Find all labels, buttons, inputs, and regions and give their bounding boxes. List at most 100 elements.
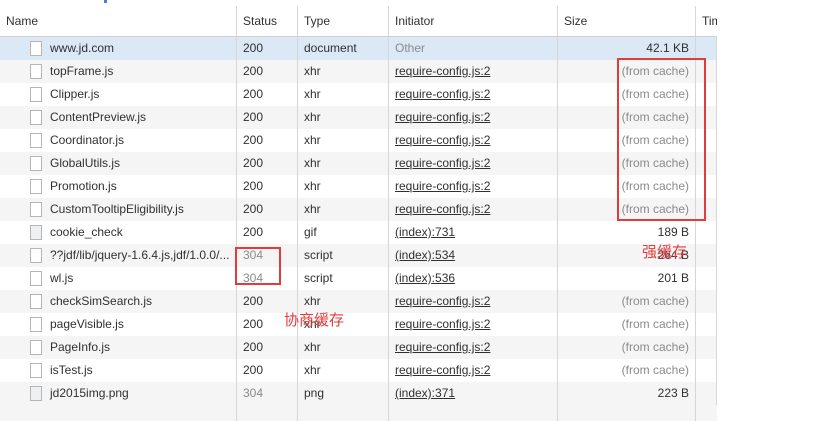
request-initiator[interactable]: (index):536: [389, 267, 558, 290]
request-type: xhr: [298, 175, 389, 198]
col-initiator[interactable]: Initiator: [389, 6, 558, 36]
request-status: 200: [237, 83, 298, 106]
request-status: 200: [237, 336, 298, 359]
table-row[interactable]: CustomTooltipEligibility.js 200 xhr require…: [0, 198, 717, 221]
table-row[interactable]: GlobalUtils.js 200 xhr require-config.js:2(…: [0, 152, 717, 175]
request-size: (from cache): [558, 359, 696, 382]
request-initiator[interactable]: require-config.js:2: [389, 60, 558, 83]
col-time[interactable]: Tim: [696, 6, 717, 36]
request-name: wl.js: [0, 267, 237, 290]
table-row[interactable]: pageVisible.js 200 xhr require-config.js:2(…: [0, 313, 717, 336]
request-type: document: [298, 37, 389, 60]
request-initiator[interactable]: (index):371: [389, 382, 558, 405]
request-time: [696, 244, 717, 267]
request-name: jd2015img.png: [0, 382, 237, 405]
request-size: (from cache): [558, 313, 696, 336]
table-row[interactable]: checkSimSearch.js 200 xhr require-config.js…: [0, 290, 717, 313]
strong-cache-highlight: [617, 58, 706, 221]
table-row[interactable]: isTest.js 200 xhr require-config.js:2 (from …: [0, 359, 717, 382]
request-initiator[interactable]: require-config.js:2: [389, 83, 558, 106]
request-type: xhr: [298, 336, 389, 359]
request-initiator[interactable]: require-config.js:2: [389, 290, 558, 313]
request-name: PageInfo.js: [0, 336, 237, 359]
request-name: www.jd.com: [0, 37, 237, 60]
request-initiator[interactable]: require-config.js:2: [389, 313, 558, 336]
request-name: Clipper.js: [0, 83, 237, 106]
request-name: CustomTooltipEligibility.js: [0, 198, 237, 221]
col-status[interactable]: Status: [237, 6, 298, 36]
negotiated-cache-highlight: [235, 247, 281, 285]
request-initiator[interactable]: require-config.js:2: [389, 152, 558, 175]
table-row-partial: [0, 405, 717, 421]
table-row[interactable]: wl.js 304 script (index):536 201 B: [0, 267, 717, 290]
request-status: 200: [237, 198, 298, 221]
request-status: 200: [237, 221, 298, 244]
request-status: 200: [237, 129, 298, 152]
request-time: [696, 313, 717, 336]
request-status: 200: [237, 106, 298, 129]
request-time: [696, 290, 717, 313]
request-time: [696, 37, 717, 60]
request-type: script: [298, 244, 389, 267]
request-status: 200: [237, 175, 298, 198]
request-type: xhr: [298, 359, 389, 382]
request-type: xhr: [298, 106, 389, 129]
request-name: pageVisible.js: [0, 313, 237, 336]
request-initiator[interactable]: require-config.js:2: [389, 175, 558, 198]
request-time: [696, 267, 717, 290]
request-status: 304: [237, 382, 298, 405]
request-name: Coordinator.js: [0, 129, 237, 152]
request-initiator[interactable]: require-config.js:2: [389, 336, 558, 359]
request-status: 200: [237, 152, 298, 175]
request-name: checkSimSearch.js: [0, 290, 237, 313]
request-type: xhr: [298, 198, 389, 221]
request-type: xhr: [298, 60, 389, 83]
request-initiator[interactable]: require-config.js:2: [389, 106, 558, 129]
request-name: ??jdf/lib/jquery-1.6.4.js,jdf/1.0.0/...: [0, 244, 237, 267]
request-name: ContentPreview.js: [0, 106, 237, 129]
request-initiator[interactable]: require-config.js:2: [389, 198, 558, 221]
request-time: [696, 336, 717, 359]
network-panel: Name Status Type Initiator Size Tim www.…: [0, 0, 717, 421]
request-size: 42.1 KB: [558, 37, 696, 60]
negotiated-cache-label: 协商缓存: [284, 312, 345, 329]
table-row[interactable]: www.jd.com 200 document Other 42.1 KB: [0, 37, 717, 60]
request-type: png: [298, 382, 389, 405]
request-type: xhr: [298, 129, 389, 152]
request-size: 201 B: [558, 267, 696, 290]
header-indicator: [104, 0, 107, 3]
table-row[interactable]: Promotion.js 200 xhr require-config.js:2 (fr…: [0, 175, 717, 198]
request-name: cookie_check: [0, 221, 237, 244]
request-type: xhr: [298, 152, 389, 175]
request-initiator[interactable]: require-config.js:2: [389, 129, 558, 152]
request-initiator[interactable]: require-config.js:2: [389, 359, 558, 382]
request-status: 200: [237, 60, 298, 83]
table-row[interactable]: PageInfo.js 200 xhr require-config.js:2 (fro…: [0, 336, 717, 359]
request-name: topFrame.js: [0, 60, 237, 83]
request-time: [696, 359, 717, 382]
col-size[interactable]: Size: [558, 6, 696, 36]
request-initiator[interactable]: (index):731: [389, 221, 558, 244]
request-status: 200: [237, 359, 298, 382]
strong-cache-label: 强缓存: [642, 244, 688, 261]
table-row[interactable]: jd2015img.png 304 png (index):371 223 B: [0, 382, 717, 405]
table-row[interactable]: topFrame.js 200 xhr require-config.js:2 (fro…: [0, 60, 717, 83]
col-name[interactable]: Name: [0, 6, 237, 36]
table-row[interactable]: ContentPreview.js 200 xhr require-config.js…: [0, 106, 717, 129]
column-header: Name Status Type Initiator Size Tim: [0, 6, 717, 37]
request-size: (from cache): [558, 290, 696, 313]
table-row[interactable]: Clipper.js 200 xhr require-config.js:2 (from…: [0, 83, 717, 106]
request-status: 200: [237, 37, 298, 60]
col-type[interactable]: Type: [298, 6, 389, 36]
request-name: GlobalUtils.js: [0, 152, 237, 175]
request-time: [696, 382, 717, 405]
request-name: isTest.js: [0, 359, 237, 382]
request-type: gif: [298, 221, 389, 244]
request-type: xhr: [298, 83, 389, 106]
table-row[interactable]: ??jdf/lib/jquery-1.6.4.js,jdf/1.0.0/... 3…: [0, 244, 717, 267]
request-size: (from cache): [558, 336, 696, 359]
table-row[interactable]: Coordinator.js 200 xhr require-config.js:2(…: [0, 129, 717, 152]
table-row[interactable]: cookie_check 200 gif (index):731 189 B: [0, 221, 717, 244]
request-type: script: [298, 267, 389, 290]
request-initiator[interactable]: (index):534: [389, 244, 558, 267]
